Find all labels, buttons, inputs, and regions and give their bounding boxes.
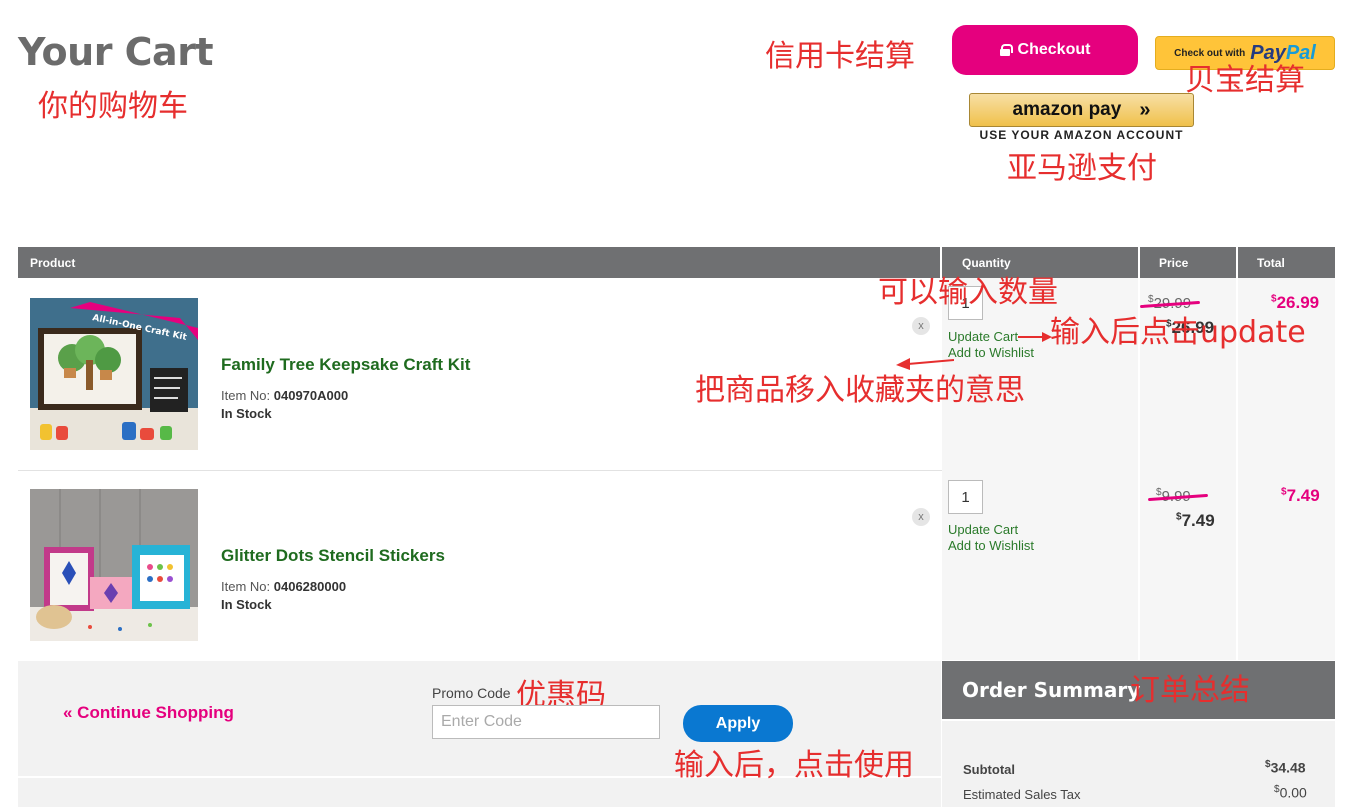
checkout-button[interactable]: Checkout [952, 25, 1138, 75]
amazon-pay-logo: amazon pay [1012, 99, 1122, 120]
annotation-paypal: 贝宝结算 [1185, 63, 1305, 98]
annotation-credit-card: 信用卡结算 [765, 39, 915, 74]
header-price: Price [1140, 247, 1236, 278]
product-meta: Item No: 040970A000 In Stock [221, 388, 349, 421]
original-price: $29.99 [1139, 294, 1201, 312]
apply-promo-button[interactable]: Apply [683, 705, 793, 742]
remove-item-button[interactable]: x [912, 317, 930, 335]
annotation-summary: 订单总结 [1130, 673, 1250, 708]
line-total: $26.99 [1271, 293, 1320, 312]
annotation-wishlist: 把商品移入收藏夹的意思 [695, 373, 1025, 408]
product-name-link[interactable]: Glitter Dots Stencil Stickers [221, 546, 445, 566]
amazon-pay-button[interactable]: amazon pay » [969, 93, 1194, 127]
annotation-amazon: 亚马逊支付 [1007, 151, 1157, 186]
subtotal-value: $34.48 [1265, 759, 1306, 776]
promo-code-label: Promo Code [432, 685, 511, 701]
order-summary-title: Order Summary [962, 678, 1141, 702]
add-to-wishlist-link[interactable]: Add to Wishlist [948, 538, 1034, 553]
remove-item-button[interactable]: x [912, 508, 930, 526]
update-cart-link[interactable]: Update Cart [948, 522, 1018, 537]
update-cart-link[interactable]: Update Cart [948, 329, 1018, 344]
product-image[interactable] [30, 489, 198, 641]
annotation-apply: 输入后，点击使用 [674, 748, 914, 783]
chevrons-right-icon: » [1139, 98, 1151, 121]
amazon-pay-subtitle: USE YOUR AMAZON ACCOUNT [979, 128, 1184, 142]
paypal-logo: PayPal [1250, 41, 1316, 64]
product-image[interactable]: All-in-One Craft Kit [30, 298, 198, 450]
sale-price: $7.49 [1176, 511, 1215, 530]
paypal-prefix: Check out with [1174, 47, 1246, 59]
product-meta: Item No: 0406280000 In Stock [221, 579, 347, 612]
cart-table-header: Product Quantity Price Total [18, 247, 1335, 278]
line-total: $7.49 [1281, 486, 1320, 505]
arrow-right-icon [1018, 332, 1052, 342]
header-product: Product [18, 247, 940, 278]
subtotal-label: Subtotal [963, 762, 1015, 777]
promo-code-input[interactable] [432, 705, 660, 739]
header-total: Total [1238, 247, 1335, 278]
add-to-wishlist-link[interactable]: Add to Wishlist [948, 345, 1034, 360]
sales-tax-label: Estimated Sales Tax [963, 787, 1081, 802]
annotation-quantity: 可以输入数量 [878, 275, 1058, 310]
continue-shopping-link[interactable]: « Continue Shopping [63, 703, 234, 723]
lock-icon [999, 44, 1013, 56]
annotation-update: 输入后点击update [1050, 315, 1306, 350]
sales-tax-value: $0.00 [1274, 784, 1307, 801]
annotation-your-cart: 你的购物车 [38, 89, 188, 124]
checkout-label: Checkout [1017, 41, 1091, 58]
arrow-left-icon [896, 358, 954, 370]
header-quantity: Quantity [942, 247, 1138, 278]
quantity-input[interactable] [948, 480, 983, 514]
page-title: Your Cart [18, 30, 214, 74]
original-price: $9.99 [1147, 487, 1209, 505]
product-name-link[interactable]: Family Tree Keepsake Craft Kit [221, 355, 470, 375]
